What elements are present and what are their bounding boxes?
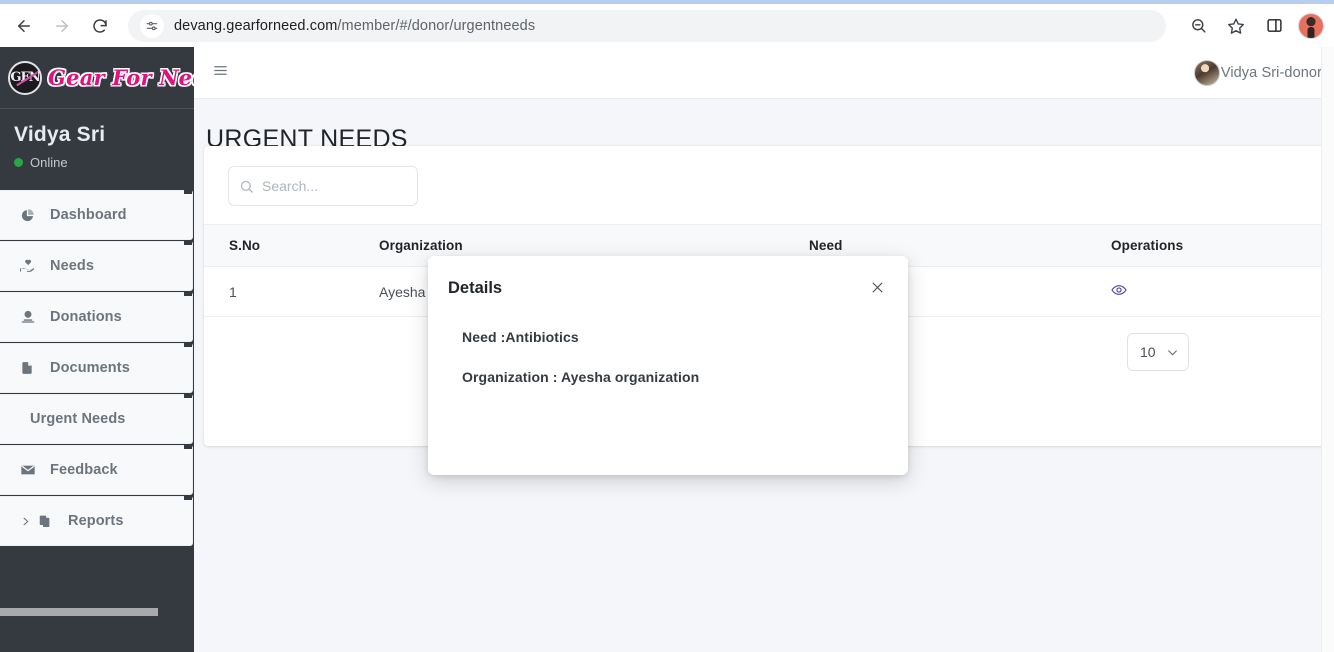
item-notch [184, 190, 192, 195]
modal-need-line: Need :Antibiotics [462, 329, 579, 345]
page-size-value: 10 [1140, 344, 1156, 360]
sidebar-item-label: Donations [50, 309, 122, 326]
column-header-operations: Operations [1049, 224, 1334, 267]
modal-body: Need :Antibiotics Organization : Ayesha … [428, 298, 908, 385]
card-toolbar [204, 146, 1334, 224]
sidebar-item-reports[interactable]: Reports [0, 496, 193, 547]
sidebar-item-label: Dashboard [50, 207, 127, 224]
profile-avatar[interactable] [1298, 12, 1324, 39]
sidebar-horizontal-scrollbar[interactable] [0, 608, 194, 616]
details-modal: Details Need :Antibiotics Organization :… [428, 256, 908, 475]
item-notch [184, 292, 192, 297]
site-settings-icon[interactable] [140, 13, 164, 38]
envelope-icon [20, 462, 42, 478]
sidebar-user-name: Vidya Sri [14, 123, 106, 146]
copy-files-icon [38, 514, 60, 529]
sidebar-menu: Dashboard Needs $ Donations Documents Ur… [0, 186, 194, 547]
search-box[interactable] [228, 166, 418, 206]
back-arrow-icon[interactable] [8, 10, 40, 42]
sidebar-item-label: Needs [50, 258, 95, 275]
donation-icon: $ [20, 309, 42, 325]
hand-heart-icon [20, 258, 42, 274]
chevron-right-icon [20, 515, 34, 528]
search-icon [239, 179, 254, 194]
online-status-label: Online [30, 155, 68, 171]
zoom-out-icon[interactable] [1182, 10, 1214, 42]
topbar-username: Vidya Sri-donor [1220, 64, 1322, 81]
scrollbar-thumb[interactable] [0, 608, 158, 616]
forward-arrow-icon[interactable] [46, 10, 78, 42]
modal-header: Details [428, 256, 908, 298]
chevron-down-icon [1166, 346, 1179, 359]
reload-icon[interactable] [84, 10, 116, 42]
item-notch [184, 343, 192, 348]
address-bar[interactable]: devang.gearforneed.com/member/#/donor/ur… [128, 9, 1166, 42]
sidebar-item-donations[interactable]: $ Donations [0, 292, 193, 343]
item-notch [184, 496, 192, 501]
bookmark-star-icon[interactable] [1220, 10, 1252, 42]
online-status-dot [14, 158, 23, 168]
brand-title: Gear For Need [48, 65, 194, 90]
sidebar-item-label: Feedback [50, 462, 118, 479]
side-panel-icon[interactable] [1258, 10, 1290, 42]
modal-title: Details [448, 279, 503, 297]
sidebar-item-feedback[interactable]: Feedback [0, 445, 193, 496]
sidebar-item-label: Urgent Needs [30, 411, 126, 428]
close-icon[interactable] [869, 279, 886, 296]
cell-operations [1049, 266, 1334, 317]
top-navigation-bar: Vidya Sri-donor [194, 47, 1334, 99]
brand-logo[interactable]: GFN Gear For Need [0, 47, 194, 109]
page-size-select[interactable]: 10 [1127, 333, 1189, 371]
item-notch [184, 394, 192, 399]
browser-chrome: devang.gearforneed.com/member/#/donor/ur… [0, 0, 1334, 47]
page-vertical-scrollbar[interactable] [1321, 47, 1334, 652]
sidebar-item-label: Reports [68, 513, 124, 530]
topbar-user-menu[interactable]: Vidya Sri-donor [1193, 59, 1322, 86]
sidebar-item-dashboard[interactable]: Dashboard [0, 190, 193, 241]
brand-mark-icon: GFN [8, 60, 42, 95]
item-notch [184, 445, 192, 450]
svg-text:$: $ [27, 313, 30, 319]
eye-icon[interactable] [1111, 282, 1127, 298]
main-content: Vidya Sri-donor URGENT NEEDS S.No Organi… [194, 47, 1334, 652]
brand-mark-text: GFN [10, 70, 40, 85]
item-notch [184, 241, 192, 246]
file-icon [20, 360, 42, 376]
browser-actions [1176, 10, 1334, 42]
sidebar: GFN Gear For Need Vidya Sri Online Dashb… [0, 47, 194, 652]
cell-sno: 1 [204, 266, 379, 317]
avatar [1193, 59, 1220, 86]
hamburger-icon[interactable] [208, 57, 233, 89]
browser-navigation-bar: devang.gearforneed.com/member/#/donor/ur… [0, 4, 1334, 47]
column-header-sno: S.No [204, 224, 379, 267]
search-input[interactable] [262, 178, 392, 194]
sidebar-item-needs[interactable]: Needs [0, 241, 193, 292]
pie-chart-icon [20, 208, 42, 223]
sidebar-user-status: Online [14, 155, 194, 170]
sidebar-item-label: Documents [50, 360, 130, 377]
modal-organization-line: Organization : Ayesha organization [462, 369, 700, 385]
address-bar-url: devang.gearforneed.com/member/#/donor/ur… [174, 17, 536, 34]
application-window: GFN Gear For Need Vidya Sri Online Dashb… [0, 47, 1334, 652]
sidebar-item-documents[interactable]: Documents [0, 343, 193, 394]
sidebar-item-urgent-needs[interactable]: Urgent Needs [0, 394, 193, 445]
sidebar-user-panel: Vidya Sri Online [0, 109, 194, 186]
